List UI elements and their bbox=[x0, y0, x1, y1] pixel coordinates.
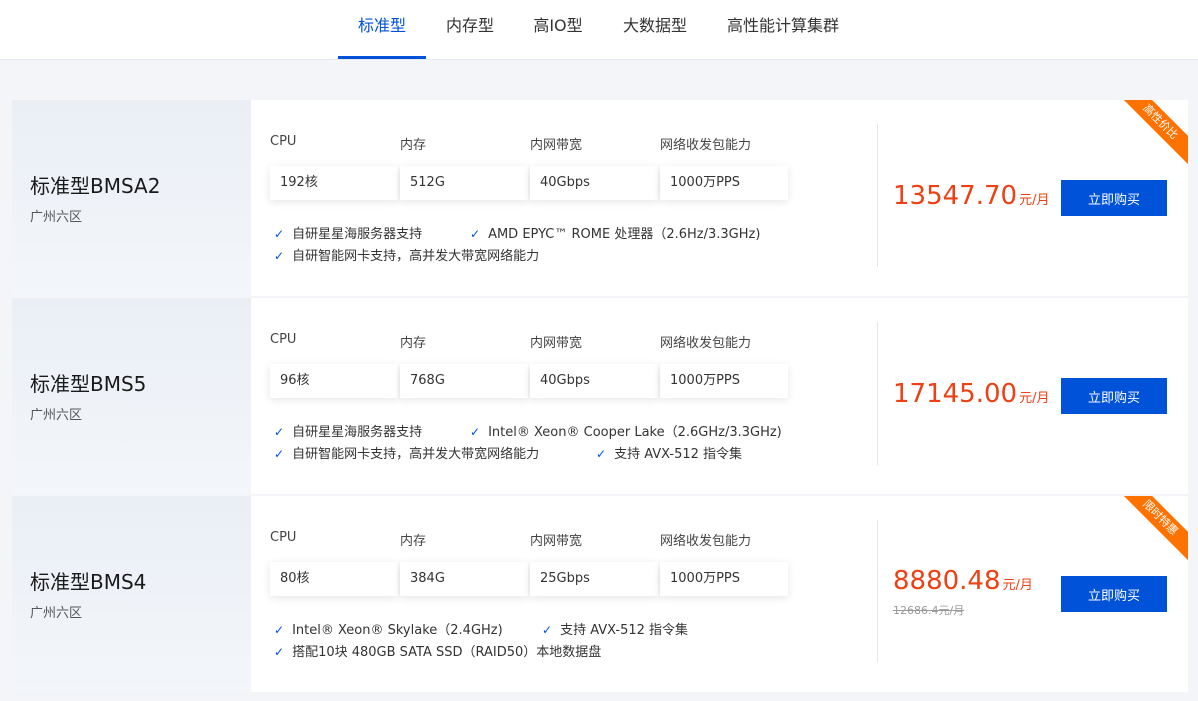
price-amount: 17145.00 bbox=[893, 379, 1018, 409]
product-list: 标准型BMSA2 广州六区 CPU 内存 内网带宽 网络收发包能力 192核 5… bbox=[12, 100, 1188, 694]
original-price: 12686.4元/月 bbox=[893, 604, 965, 617]
feature-text: 自研星星海服务器支持 bbox=[292, 425, 423, 440]
check-icon: ✓ bbox=[274, 447, 285, 461]
cpu-label: CPU bbox=[270, 134, 297, 149]
check-icon: ✓ bbox=[596, 447, 607, 461]
tab-high-io[interactable]: 高IO型 bbox=[524, 0, 592, 57]
pps-label: 网络收发包能力 bbox=[660, 138, 752, 153]
price: 17145.00 元/月 bbox=[893, 379, 1049, 409]
feature-text: Intel® Xeon® Cooper Lake（2.6GHz/3.3GHz) bbox=[488, 425, 782, 440]
cpu-value: 96核 bbox=[270, 364, 398, 398]
price-unit: 元/月 bbox=[1019, 391, 1050, 406]
product-region: 广州六区 bbox=[30, 210, 83, 225]
product-header: 标准型BMS4 广州六区 bbox=[12, 496, 251, 692]
product-region: 广州六区 bbox=[30, 606, 83, 621]
feature-item: ✓ 自研星星海服务器支持 bbox=[274, 223, 422, 242]
feature-text: 自研智能网卡支持，高并发大带宽网络能力 bbox=[292, 447, 540, 462]
bandwidth-label: 内网带宽 bbox=[530, 138, 583, 153]
tab-memory[interactable]: 内存型 bbox=[436, 0, 504, 57]
pps-label: 网络收发包能力 bbox=[660, 534, 752, 549]
feature-text: 自研智能网卡支持，高并发大带宽网络能力 bbox=[292, 249, 540, 264]
price: 8880.48 元/月 bbox=[893, 566, 1033, 596]
feature-text: AMD EPYC™ ROME 处理器（2.6Hz/3.3GHz) bbox=[488, 227, 761, 242]
feature-item: ✓ 支持 AVX-512 指令集 bbox=[542, 619, 688, 638]
check-icon: ✓ bbox=[470, 425, 481, 439]
pps-value: 1000万PPS bbox=[660, 166, 788, 200]
check-icon: ✓ bbox=[274, 623, 285, 637]
bandwidth-label: 内网带宽 bbox=[530, 534, 583, 549]
check-icon: ✓ bbox=[274, 249, 285, 263]
cpu-value: 192核 bbox=[270, 166, 398, 200]
price-unit: 元/月 bbox=[1002, 578, 1033, 593]
buy-button[interactable]: 立即购买 bbox=[1061, 180, 1167, 216]
cpu-value: 80核 bbox=[270, 562, 398, 596]
pps-value: 1000万PPS bbox=[660, 364, 788, 398]
instance-type-tabs: 标准型 内存型 高IO型 大数据型 高性能计算集群 bbox=[0, 0, 1198, 60]
product-name: 标准型BMS5 bbox=[30, 372, 147, 396]
product-card-bms5: 标准型BMS5 广州六区 CPU 内存 内网带宽 网络收发包能力 96核 768… bbox=[12, 298, 1188, 494]
feature-item: ✓ 自研智能网卡支持，高并发大带宽网络能力 bbox=[274, 443, 539, 462]
memory-label: 内存 bbox=[400, 336, 427, 351]
product-region: 广州六区 bbox=[30, 408, 83, 423]
feature-item: ✓ Intel® Xeon® Skylake（2.4GHz) bbox=[274, 619, 503, 638]
feature-text: 自研星星海服务器支持 bbox=[292, 227, 423, 242]
product-header: 标准型BMS5 广州六区 bbox=[12, 298, 251, 494]
divider bbox=[877, 322, 878, 465]
bandwidth-value: 25Gbps bbox=[530, 562, 658, 596]
feature-item: ✓ 自研星星海服务器支持 bbox=[274, 421, 422, 440]
feature-text: 支持 AVX-512 指令集 bbox=[614, 447, 743, 462]
feature-item: ✓ 支持 AVX-512 指令集 bbox=[596, 443, 742, 462]
feature-item: ✓ Intel® Xeon® Cooper Lake（2.6GHz/3.3GHz) bbox=[470, 421, 782, 440]
memory-value: 512G bbox=[400, 166, 528, 200]
pps-label: 网络收发包能力 bbox=[660, 336, 752, 351]
price: 13547.70 元/月 bbox=[893, 181, 1049, 211]
divider bbox=[877, 124, 878, 267]
check-icon: ✓ bbox=[274, 227, 285, 241]
product-name: 标准型BMS4 bbox=[30, 570, 147, 594]
buy-button[interactable]: 立即购买 bbox=[1061, 378, 1167, 414]
cpu-label: CPU bbox=[270, 530, 297, 545]
product-card-bms4: 标准型BMS4 广州六区 CPU 内存 内网带宽 网络收发包能力 80核 384… bbox=[12, 496, 1188, 692]
bandwidth-value: 40Gbps bbox=[530, 364, 658, 398]
bandwidth-value: 40Gbps bbox=[530, 166, 658, 200]
tab-big-data[interactable]: 大数据型 bbox=[612, 0, 698, 57]
tab-hpc-cluster[interactable]: 高性能计算集群 bbox=[718, 0, 848, 57]
buy-button[interactable]: 立即购买 bbox=[1061, 576, 1167, 612]
feature-text: Intel® Xeon® Skylake（2.4GHz) bbox=[292, 623, 503, 638]
price-amount: 8880.48 bbox=[893, 566, 1001, 596]
ribbon-badge: 高性价比 bbox=[1116, 100, 1188, 166]
ribbon-badge: 限时特惠 bbox=[1116, 496, 1188, 562]
product-header: 标准型BMSA2 广州六区 bbox=[12, 100, 251, 296]
bandwidth-label: 内网带宽 bbox=[530, 336, 583, 351]
product-card-bmsa2: 标准型BMSA2 广州六区 CPU 内存 内网带宽 网络收发包能力 192核 5… bbox=[12, 100, 1188, 296]
tab-standard[interactable]: 标准型 bbox=[338, 0, 426, 59]
check-icon: ✓ bbox=[470, 227, 481, 241]
pps-value: 1000万PPS bbox=[660, 562, 788, 596]
check-icon: ✓ bbox=[274, 425, 285, 439]
feature-text: 搭配10块 480GB SATA SSD（RAID50）本地数据盘 bbox=[292, 645, 602, 660]
price-amount: 13547.70 bbox=[893, 181, 1018, 211]
check-icon: ✓ bbox=[274, 645, 285, 659]
feature-item: ✓ 搭配10块 480GB SATA SSD（RAID50）本地数据盘 bbox=[274, 641, 601, 660]
divider bbox=[877, 520, 878, 663]
check-icon: ✓ bbox=[542, 623, 553, 637]
cpu-label: CPU bbox=[270, 332, 297, 347]
feature-item: ✓ AMD EPYC™ ROME 处理器（2.6Hz/3.3GHz) bbox=[470, 223, 760, 242]
memory-label: 内存 bbox=[400, 534, 427, 549]
memory-label: 内存 bbox=[400, 138, 427, 153]
feature-item: ✓ 自研智能网卡支持，高并发大带宽网络能力 bbox=[274, 245, 539, 264]
memory-value: 768G bbox=[400, 364, 528, 398]
product-name: 标准型BMSA2 bbox=[30, 174, 161, 198]
feature-text: 支持 AVX-512 指令集 bbox=[560, 623, 689, 638]
price-unit: 元/月 bbox=[1019, 193, 1050, 208]
memory-value: 384G bbox=[400, 562, 528, 596]
